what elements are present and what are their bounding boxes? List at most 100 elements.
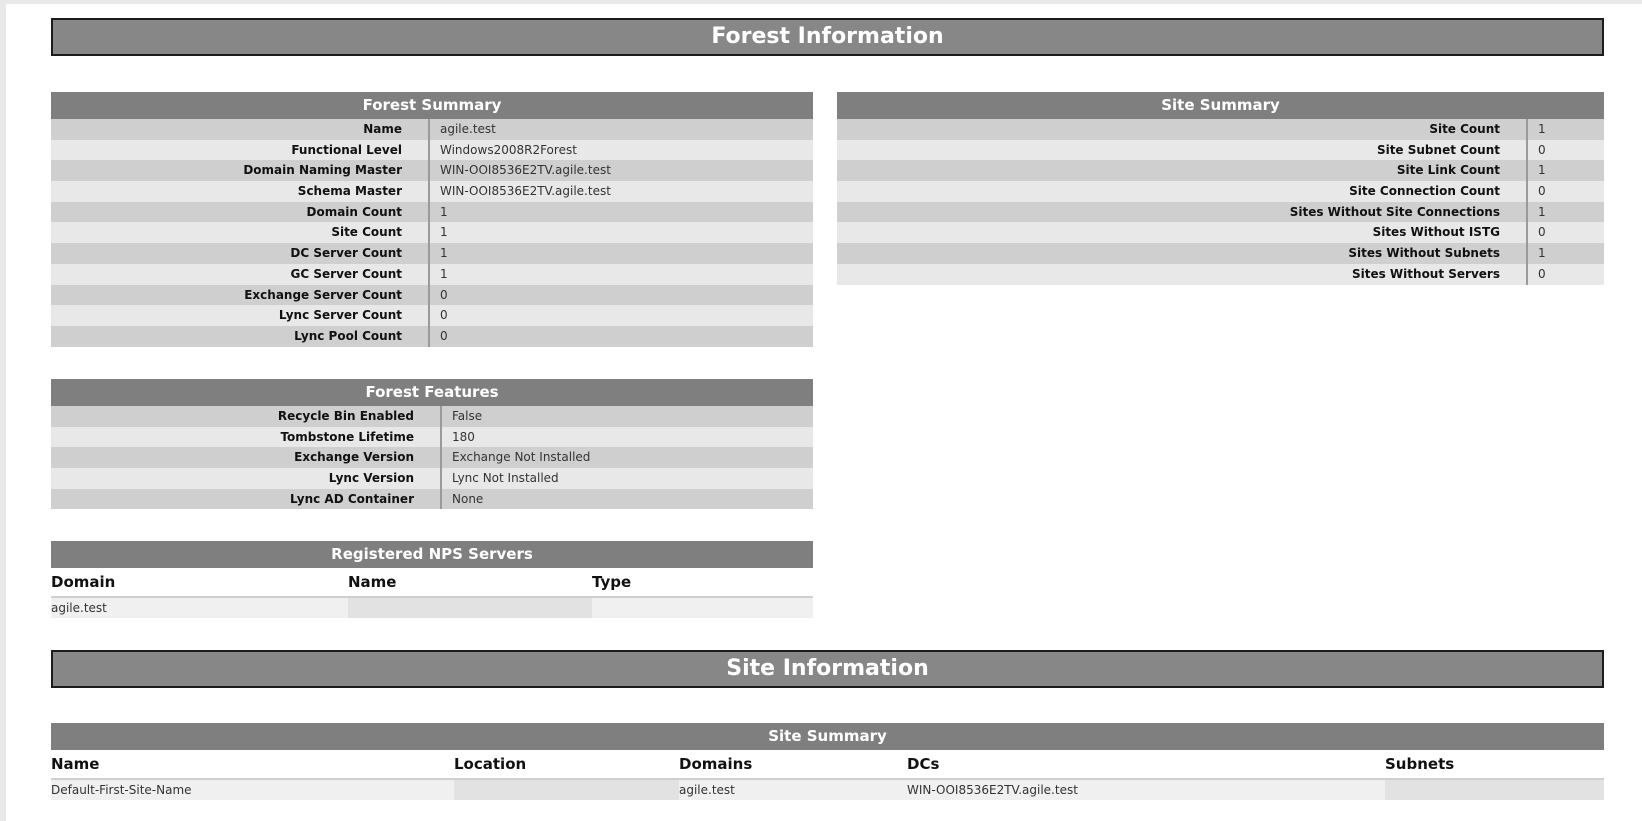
- forest-features-rows: Recycle Bin Enabled False Tombstone Lifet…: [51, 406, 813, 510]
- cell-name: [348, 598, 592, 618]
- site-summary-columns: Name Location Domains DCs Subnets: [51, 750, 1604, 780]
- row-label: Domain Count: [51, 201, 430, 223]
- row-value: None: [452, 491, 484, 506]
- row-label: Lync Server Count: [51, 305, 430, 326]
- row-value: 0: [1538, 184, 1546, 199]
- column-header-location: Location: [454, 755, 527, 773]
- row-value: 0: [440, 287, 448, 302]
- forest-summary-panel: Forest Summary Name agile.test Functional…: [51, 92, 813, 347]
- forest-information-banner: Forest Information: [51, 18, 1604, 56]
- row-value: False: [452, 409, 483, 423]
- row-label: Lync AD Container: [51, 488, 442, 510]
- row-value: 0: [1538, 225, 1546, 240]
- forest-features-header: Forest Features: [51, 379, 813, 406]
- row-value: 1: [440, 266, 448, 281]
- site-summary-row: Sites Without ISTG 0: [837, 222, 1604, 244]
- cell-name: Default-First-Site-Name: [51, 780, 454, 800]
- forest-summary-row: Exchange Server Count 0: [51, 284, 813, 306]
- forest-summary-row: Functional Level Windows2008R2Forest: [51, 139, 813, 161]
- forest-summary-header: Forest Summary: [51, 92, 813, 119]
- site-summary-row: Sites Without Site Connections 1: [837, 201, 1604, 223]
- forest-information-title: Forest Information: [711, 24, 944, 49]
- row-value: 0: [440, 308, 448, 323]
- forest-summary-row: Site Count 1: [51, 222, 813, 244]
- site-information-banner: Site Information: [51, 650, 1604, 688]
- row-label: Lync Version: [51, 468, 442, 489]
- row-value: 1: [1538, 163, 1546, 178]
- row-value: Windows2008R2Forest: [440, 142, 577, 157]
- row-label: Sites Without ISTG: [837, 222, 1528, 244]
- forest-features-row: Recycle Bin Enabled False: [51, 406, 813, 427]
- cell-location: [454, 780, 679, 800]
- row-label: Sites Without Subnets: [837, 243, 1528, 264]
- forest-summary-row: GC Server Count 1: [51, 263, 813, 285]
- site-summary-rows: Site Count 1 Site Subnet Count 0 Site Link…: [837, 119, 1604, 285]
- column-header-name: Name: [51, 755, 100, 773]
- row-value: 0: [440, 328, 448, 343]
- row-value: 0: [1538, 142, 1546, 157]
- forest-summary-row: Name agile.test: [51, 119, 813, 140]
- column-header-type: Type: [592, 573, 632, 591]
- cell-dcs: WIN-OOI8536E2TV.agile.test: [907, 780, 1385, 800]
- row-label: Site Count: [51, 222, 430, 244]
- forest-summary-row: Lync Pool Count 0: [51, 325, 813, 347]
- row-label: Exchange Server Count: [51, 284, 430, 306]
- row-label: Site Subnet Count: [837, 139, 1528, 161]
- site-summary-row: Sites Without Subnets 1: [837, 243, 1604, 264]
- nps-servers-header: Registered NPS Servers: [51, 541, 813, 568]
- row-label: Tombstone Lifetime: [51, 426, 442, 448]
- row-value: WIN-OOI8536E2TV.agile.test: [440, 184, 611, 199]
- row-label: GC Server Count: [51, 263, 430, 285]
- row-value: WIN-OOI8536E2TV.agile.test: [440, 163, 611, 178]
- forest-features-row: Exchange Version Exchange Not Installed: [51, 447, 813, 469]
- nps-servers-table-header: Domain Name Type: [51, 568, 813, 598]
- row-label: Sites Without Servers: [837, 263, 1528, 285]
- site-summary-row: Site Count 1: [837, 119, 1604, 140]
- site-summary-panel: Site Summary Site Count 1 Site Subnet Cou…: [837, 92, 1604, 285]
- cell-domain: agile.test: [51, 598, 348, 618]
- row-value: 1: [1538, 122, 1546, 136]
- row-value: 1: [440, 204, 448, 219]
- row-label: Exchange Version: [51, 447, 442, 469]
- row-value: Exchange Not Installed: [452, 450, 591, 465]
- row-label: Lync Pool Count: [51, 325, 430, 347]
- column-header-domain: Domain: [51, 573, 116, 591]
- forest-features-panel: Forest Features Recycle Bin Enabled False…: [51, 379, 813, 510]
- cell-type: [592, 598, 813, 618]
- row-value: 1: [440, 225, 448, 240]
- forest-summary-row: Domain Count 1: [51, 201, 813, 223]
- site-summary-table-header: Site Summary: [51, 723, 1604, 750]
- site-summary-row: Site Link Count 1: [837, 160, 1604, 182]
- row-value: 1: [440, 246, 448, 261]
- column-header-subnets: Subnets: [1385, 755, 1455, 773]
- forest-summary-row: Lync Server Count 0: [51, 305, 813, 326]
- forest-summary-rows: Name agile.test Functional Level Windows20…: [51, 119, 813, 347]
- table-row: Default-First-Site-Name agile.test WIN-O…: [51, 780, 1604, 800]
- site-summary-row: Site Subnet Count 0: [837, 139, 1604, 161]
- row-label: Site Connection Count: [837, 181, 1528, 202]
- row-label: Sites Without Site Connections: [837, 201, 1528, 223]
- site-summary-header: Site Summary: [837, 92, 1604, 119]
- row-label: Site Link Count: [837, 160, 1528, 182]
- row-value: 1: [1538, 246, 1546, 261]
- cell-subnets: [1385, 780, 1604, 800]
- forest-features-row: Lync AD Container None: [51, 488, 813, 510]
- row-value: agile.test: [440, 122, 496, 136]
- forest-summary-row: DC Server Count 1: [51, 243, 813, 264]
- row-label: Site Count: [837, 119, 1528, 140]
- site-summary-row: Sites Without Servers 0: [837, 263, 1604, 285]
- nps-servers-panel: Registered NPS Servers Domain Name Type …: [51, 541, 813, 618]
- site-information-title: Site Information: [726, 656, 929, 681]
- forest-summary-row: Schema Master WIN-OOI8536E2TV.agile.test: [51, 181, 813, 202]
- row-label: Recycle Bin Enabled: [51, 406, 442, 427]
- report-page: Forest Information Forest Summary Name ag…: [6, 4, 1642, 821]
- site-summary-row: Site Connection Count 0: [837, 181, 1604, 202]
- forest-summary-row: Domain Naming Master WIN-OOI8536E2TV.agil…: [51, 160, 813, 182]
- row-label: Functional Level: [51, 139, 430, 161]
- row-value: 1: [1538, 204, 1546, 219]
- column-header-domains: Domains: [679, 755, 753, 773]
- forest-features-row: Tombstone Lifetime 180: [51, 426, 813, 448]
- row-label: Domain Naming Master: [51, 160, 430, 182]
- row-value: 0: [1538, 266, 1546, 281]
- row-label: DC Server Count: [51, 243, 430, 264]
